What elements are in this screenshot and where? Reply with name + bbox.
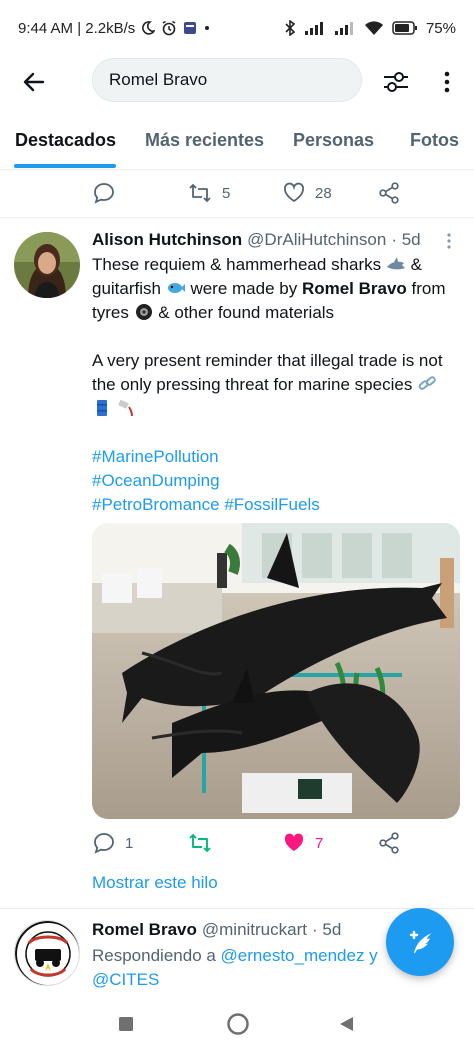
tab-fotos[interactable]: Fotos — [410, 130, 459, 151]
moon-icon — [141, 21, 156, 35]
tweet-header: Romel Bravo @minitruckart · 5d — [92, 920, 341, 940]
avatar[interactable] — [14, 920, 80, 986]
mention-link[interactable]: @CITES — [92, 970, 159, 989]
hashtag-link[interactable]: #OceanDumping — [92, 471, 220, 490]
compose-tweet-icon — [409, 930, 432, 953]
tweet-text: These requiem & hammerhead sharks & guit… — [92, 253, 452, 517]
tweet-author-name[interactable]: Romel Bravo — [92, 920, 197, 940]
tweet-author-name[interactable]: Alison Hutchinson — [92, 230, 242, 250]
retweet-icon — [189, 834, 211, 852]
recents-square-icon — [119, 1017, 133, 1031]
share-icon — [379, 832, 399, 854]
share-button[interactable] — [378, 823, 400, 863]
battery-percent: 75% — [425, 19, 456, 37]
wifi-icon — [364, 20, 384, 36]
search-header: Romel Bravo — [0, 56, 474, 106]
tweet-actions: 1 7 — [0, 823, 474, 863]
reply-prefix: Respondiendo a — [92, 946, 221, 965]
share-icon — [379, 182, 399, 204]
tweet-time: · 5d — [391, 230, 421, 249]
back-system-button[interactable] — [332, 1010, 360, 1038]
more-vertical-icon — [444, 71, 450, 93]
tab-destacados[interactable]: Destacados — [15, 130, 116, 151]
hashtag-link[interactable]: #PetroBromance — [92, 495, 220, 514]
search-tabs: Destacados Más recientes Personas Fotos — [0, 118, 474, 170]
home-circle-icon — [227, 1013, 249, 1035]
sliders-icon — [384, 72, 408, 92]
search-query: Romel Bravo — [109, 70, 208, 89]
tweet-text-part: & other found materials — [153, 303, 335, 322]
oil-drum-emoji-icon — [92, 399, 112, 417]
recents-button[interactable] — [112, 1010, 140, 1038]
retweet-button[interactable] — [188, 823, 212, 863]
tweet-text-part: were made by — [185, 279, 302, 298]
arrow-left-icon — [23, 72, 45, 92]
status-bar: 9:44 AM | 2.2kB/s 75% — [0, 0, 474, 56]
active-tab-indicator — [14, 164, 116, 168]
hashtag-link[interactable]: #FossilFuels — [224, 495, 319, 514]
reply-icon — [94, 833, 114, 854]
mention-link[interactable]: @ernesto_mendez y — [221, 946, 378, 965]
reply-button[interactable] — [93, 173, 115, 213]
like-button[interactable]: 7 — [283, 823, 323, 863]
tweet-media-image[interactable] — [92, 523, 460, 819]
heart-filled-icon — [284, 833, 304, 851]
heart-icon — [283, 182, 305, 203]
back-button[interactable] — [16, 64, 52, 100]
notification-icon — [183, 21, 197, 35]
tweet-author-handle[interactable]: @minitruckart — [202, 920, 307, 940]
hashtag-link[interactable]: #MarinePollution — [92, 447, 219, 466]
alarm-icon — [161, 20, 177, 36]
more-options-button[interactable] — [432, 64, 462, 100]
more-vertical-icon — [447, 233, 451, 249]
fish-emoji-icon — [166, 279, 186, 297]
like-count: 28 — [315, 184, 332, 202]
search-filter-button[interactable] — [378, 64, 414, 100]
reply-count: 1 — [125, 834, 134, 852]
reply-icon — [94, 183, 114, 204]
tweet-header: Alison Hutchinson @DrAliHutchinson · 5d — [92, 230, 421, 250]
battery-icon — [392, 21, 418, 35]
retweet-button[interactable]: 5 — [188, 173, 230, 213]
search-input[interactable]: Romel Bravo — [92, 58, 362, 102]
shark-emoji-icon — [386, 255, 406, 273]
tweet-more-button[interactable] — [446, 233, 452, 254]
signal-icon — [334, 21, 356, 35]
chain-emoji-icon — [417, 375, 437, 393]
show-thread-link[interactable]: Mostrar este hilo — [92, 873, 218, 893]
reply-button[interactable]: 1 — [93, 823, 133, 863]
compose-tweet-button[interactable] — [386, 908, 454, 976]
back-triangle-icon — [340, 1017, 353, 1031]
pouring-liquid-emoji-icon — [117, 399, 137, 417]
divider — [0, 908, 474, 909]
tab-mas-recientes[interactable]: Más recientes — [145, 130, 264, 151]
retweet-icon — [189, 184, 211, 202]
tweet-text-bold: Romel Bravo — [301, 279, 407, 298]
like-button[interactable]: 28 — [283, 173, 332, 213]
share-button[interactable] — [378, 173, 400, 213]
home-button[interactable] — [224, 1010, 252, 1038]
tweet-author-handle[interactable]: @DrAliHutchinson — [247, 230, 386, 250]
tweet-time: · 5d — [311, 920, 342, 939]
tire-emoji-icon — [134, 303, 154, 321]
system-nav-bar — [0, 996, 474, 1052]
bluetooth-icon — [284, 20, 296, 36]
tab-personas[interactable]: Personas — [293, 130, 374, 151]
dot-icon — [203, 24, 211, 32]
tweet-text-paragraph: A very present reminder that illegal tra… — [92, 351, 443, 394]
signal-icon — [304, 21, 326, 35]
status-time: 9:44 AM | 2.2kB/s — [18, 19, 136, 37]
divider — [0, 217, 474, 218]
retweet-count: 5 — [222, 184, 231, 202]
tweet-text-part: These requiem & hammerhead sharks — [92, 255, 382, 274]
avatar[interactable] — [14, 232, 80, 298]
like-count: 7 — [315, 834, 324, 852]
prev-tweet-actions: 5 28 — [0, 173, 474, 213]
